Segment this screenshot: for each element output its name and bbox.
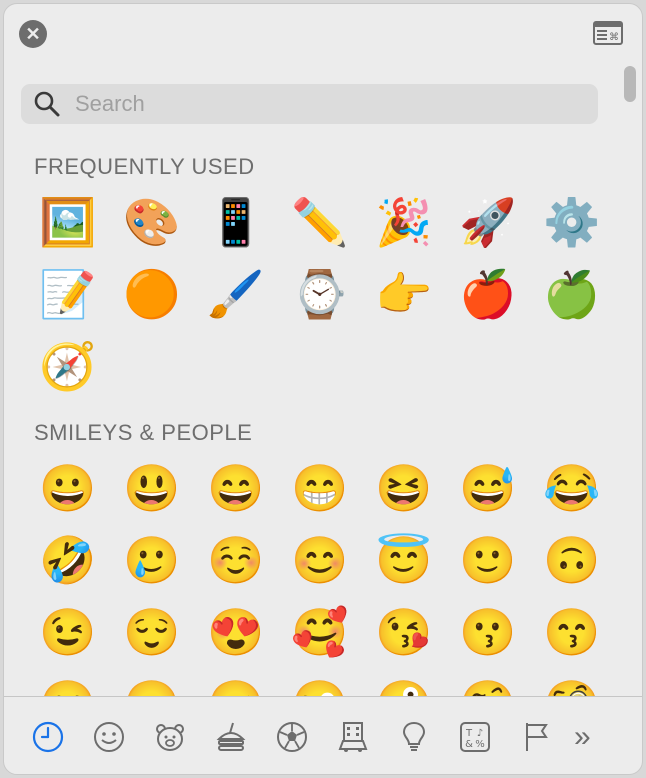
emoji-cell[interactable]: 🎉 [362, 186, 446, 258]
emoji-cell[interactable]: ⚙️ [530, 186, 614, 258]
category-tab-bar: T ♪ & % » [4, 696, 642, 774]
emoji-cell[interactable]: 😆 [362, 452, 446, 524]
svg-text:%: % [475, 739, 485, 750]
emoji-cell[interactable]: 😍 [194, 596, 278, 668]
emoji-list[interactable]: FREQUENTLY USED 🖼️ 🎨 📱 ✏️ 🎉 🚀 ⚙️ 📝 🟠 🖌️ ⌚ 👉 🍎 🍏 🧭 SMIL… [4, 134, 620, 696]
emoji-cell[interactable]: ✏️ [278, 186, 362, 258]
emoji-cell[interactable]: 🙃 [530, 524, 614, 596]
emoji-cell[interactable]: 😗 [446, 596, 530, 668]
tab-travel[interactable] [327, 711, 379, 763]
svg-text:⌘: ⌘ [609, 32, 619, 43]
emoji-cell[interactable]: 😀 [26, 452, 110, 524]
emoji-cell[interactable]: 😅 [446, 452, 530, 524]
emoji-cell[interactable]: 🤣 [26, 524, 110, 596]
emoji-cell[interactable]: 🟠 [110, 258, 194, 330]
tab-food[interactable] [205, 711, 257, 763]
magnifier-icon [34, 91, 60, 117]
emoji-cell[interactable]: 👉 [362, 258, 446, 330]
emoji-cell[interactable]: 📱 [194, 186, 278, 258]
scrollbar[interactable] [624, 62, 636, 692]
tab-flags[interactable] [510, 711, 562, 763]
building-icon [338, 722, 368, 752]
emoji-cell[interactable]: 😂 [530, 452, 614, 524]
tab-objects[interactable] [388, 711, 440, 763]
emoji-cell[interactable]: 😌 [110, 596, 194, 668]
svg-text:T: T [465, 728, 473, 739]
emoji-cell[interactable]: 😁 [278, 452, 362, 524]
tab-animals[interactable] [144, 711, 196, 763]
soccer-ball-icon [277, 722, 307, 752]
emoji-cell[interactable]: 📝 [26, 258, 110, 330]
emoji-cell[interactable]: 😇 [362, 524, 446, 596]
emoji-cell[interactable]: 🚀 [446, 186, 530, 258]
search-field[interactable] [21, 84, 598, 124]
emoji-cell[interactable]: 🧭 [26, 330, 110, 402]
smileys-people-grid: 😀😃😄😁😆😅😂 🤣🥲☺️😊😇🙂🙃 😉😌😍🥰😘😗😙 😋😛😝😜🤪🤨🧐 [26, 452, 614, 696]
emoji-cell[interactable]: 😃 [110, 452, 194, 524]
section-title-smileys-people: SMILEYS & PEOPLE [34, 420, 253, 445]
symbols-icon: T ♪ & % [460, 722, 490, 752]
emoji-cell[interactable]: 🤨 [446, 668, 530, 696]
food-icon [216, 722, 246, 751]
emoji-cell[interactable]: ⌚ [278, 258, 362, 330]
emoji-cell[interactable]: 😙 [530, 596, 614, 668]
emoji-cell[interactable]: 🖼️ [26, 186, 110, 258]
emoji-cell[interactable]: 😉 [26, 596, 110, 668]
close-icon[interactable]: ✕ [19, 20, 47, 48]
smiley-icon [94, 722, 124, 752]
emoji-cell[interactable]: 🍎 [446, 258, 530, 330]
emoji-cell[interactable]: 🙂 [446, 524, 530, 596]
tab-smileys[interactable] [83, 711, 135, 763]
tab-recent[interactable] [22, 711, 74, 763]
emoji-cell[interactable]: 🍏 [530, 258, 614, 330]
scrollbar-thumb[interactable] [624, 66, 636, 102]
emoji-cell[interactable]: 🥰 [278, 596, 362, 668]
emoji-cell[interactable]: 😊 [278, 524, 362, 596]
flag-icon [526, 723, 548, 751]
svg-text:&: & [465, 739, 473, 750]
emoji-cell[interactable]: 😄 [194, 452, 278, 524]
tab-symbols[interactable]: T ♪ & % [449, 711, 501, 763]
emoji-cell[interactable]: 🥲 [110, 524, 194, 596]
emoji-cell[interactable]: 🖌️ [194, 258, 278, 330]
character-viewer-icon[interactable]: ⌘ [593, 21, 623, 45]
frequently-used-grid: 🖼️ 🎨 📱 ✏️ 🎉 🚀 ⚙️ 📝 🟠 🖌️ ⌚ 👉 🍎 🍏 🧭 [26, 186, 614, 402]
emoji-picker-panel: ✕ ⌘ FREQUENTLY USED 🖼️🎨📱✏️🎉🚀⚙️ 📝🟠🖌️⌚👉🍎🍏 🧭 … [3, 3, 643, 775]
emoji-cell[interactable]: 😛 [110, 668, 194, 696]
emoji-cell[interactable]: 🎨 [110, 186, 194, 258]
emoji-cell[interactable]: 🤪 [362, 668, 446, 696]
emoji-cell[interactable]: 😘 [362, 596, 446, 668]
emoji-cell[interactable]: 🧐 [530, 668, 614, 696]
clock-icon [32, 721, 64, 753]
more-categories-button[interactable]: » [574, 720, 591, 754]
tab-activity[interactable] [266, 711, 318, 763]
lightbulb-icon [402, 721, 426, 751]
svg-text:♪: ♪ [477, 728, 483, 739]
section-title-frequently-used: FREQUENTLY USED [34, 154, 255, 179]
emoji-cell[interactable]: 😜 [278, 668, 362, 696]
emoji-cell[interactable]: 😋 [26, 668, 110, 696]
search-input[interactable] [73, 90, 557, 118]
bear-icon [156, 724, 184, 751]
emoji-cell[interactable]: ☺️ [194, 524, 278, 596]
emoji-cell[interactable]: 😝 [194, 668, 278, 696]
